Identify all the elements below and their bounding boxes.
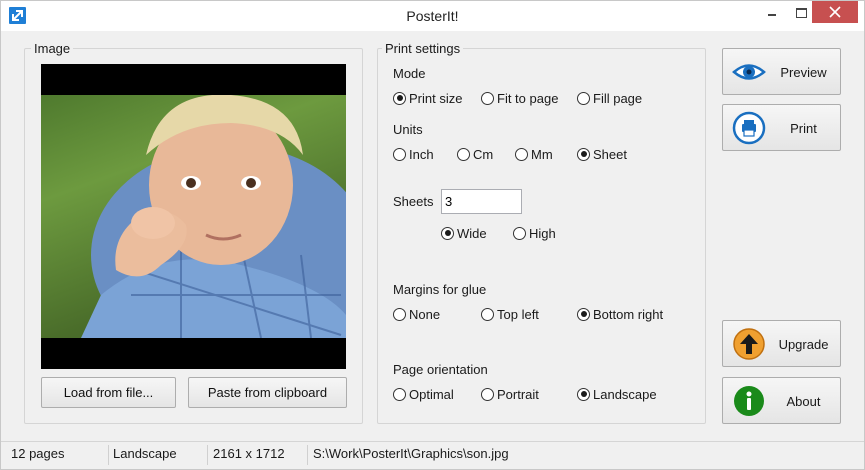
margins-none-radio[interactable]: None — [393, 306, 440, 322]
radio-unselected-icon — [481, 387, 494, 401]
about-button[interactable]: About — [722, 377, 841, 424]
radio-label: Cm — [473, 146, 494, 162]
sheets-input[interactable] — [441, 189, 522, 214]
margins-label: Margins for glue — [393, 282, 487, 297]
radio-label: High — [529, 225, 556, 241]
radio-selected-icon — [393, 91, 406, 105]
radio-label: Top left — [497, 306, 539, 322]
printer-icon — [732, 111, 766, 145]
radio-label: Mm — [531, 146, 553, 162]
status-divider — [307, 445, 308, 465]
radio-selected-icon — [577, 147, 590, 161]
minimize-button[interactable] — [758, 1, 786, 23]
paste-from-clipboard-button[interactable]: Paste from clipboard — [188, 377, 347, 408]
units-label: Units — [393, 122, 423, 137]
radio-label: None — [409, 306, 441, 322]
about-label: About — [786, 394, 821, 409]
close-button[interactable] — [812, 1, 858, 23]
mode-fill-page-radio[interactable]: Fill page — [577, 90, 642, 106]
orientation-optimal-radio[interactable]: Optimal — [393, 386, 454, 402]
child-photo-illustration — [81, 95, 346, 338]
radio-unselected-icon — [481, 307, 494, 321]
eye-icon — [732, 55, 766, 89]
radio-unselected-icon — [457, 147, 470, 161]
radio-label: Optimal — [409, 386, 454, 402]
units-mm-radio[interactable]: Mm — [515, 146, 553, 162]
status-file-path: S:\Work\PosterIt\Graphics\son.jpg — [313, 446, 509, 461]
units-sheet-radio[interactable]: Sheet — [577, 146, 627, 162]
status-pages: 12 pages — [11, 446, 65, 461]
radio-label: Fit to page — [497, 90, 559, 106]
radio-selected-icon — [577, 307, 590, 321]
upgrade-button[interactable]: Upgrade — [722, 320, 841, 367]
status-dimensions: 2161 x 1712 — [213, 446, 285, 461]
radio-unselected-icon — [481, 91, 494, 105]
print-settings-label: Print settings — [382, 41, 464, 56]
margins-top-left-radio[interactable]: Top left — [481, 306, 539, 322]
title-bar: PosterIt! — [1, 1, 864, 31]
main-window: PosterIt! Image Load from file... Paste … — [0, 0, 865, 470]
radio-unselected-icon — [393, 387, 406, 401]
mode-print-size-radio[interactable]: Print size — [393, 90, 462, 106]
radio-label: Wide — [457, 225, 487, 241]
radio-unselected-icon — [393, 307, 406, 321]
info-icon — [732, 384, 766, 418]
maximize-button[interactable] — [787, 1, 815, 23]
mode-label: Mode — [393, 66, 426, 81]
radio-selected-icon — [441, 226, 454, 240]
units-cm-radio[interactable]: Cm — [457, 146, 493, 162]
radio-selected-icon — [577, 387, 590, 401]
radio-label: Fill page — [593, 90, 643, 106]
radio-label: Print size — [409, 90, 463, 106]
units-inch-radio[interactable]: Inch — [393, 146, 434, 162]
status-orientation: Landscape — [113, 446, 177, 461]
photo — [41, 95, 346, 338]
sheets-wide-radio[interactable]: Wide — [441, 225, 487, 241]
radio-label: Landscape — [593, 386, 657, 402]
status-bar: 12 pages Landscape 2161 x 1712 S:\Work\P… — [1, 441, 864, 469]
status-divider — [207, 445, 208, 465]
image-group-label: Image — [31, 41, 74, 56]
radio-unselected-icon — [513, 226, 526, 240]
radio-label: Sheet — [593, 146, 627, 162]
arrow-up-icon — [732, 327, 766, 361]
preview-label: Preview — [780, 65, 827, 80]
preview-button[interactable]: Preview — [722, 48, 841, 95]
radio-unselected-icon — [515, 147, 528, 161]
mode-fit-to-page-radio[interactable]: Fit to page — [481, 90, 558, 106]
status-divider — [108, 445, 109, 465]
margins-bottom-right-radio[interactable]: Bottom right — [577, 306, 663, 322]
radio-label: Inch — [409, 146, 434, 162]
radio-unselected-icon — [393, 147, 406, 161]
image-preview — [41, 64, 346, 369]
sheets-high-radio[interactable]: High — [513, 225, 556, 241]
upgrade-label: Upgrade — [778, 337, 829, 352]
radio-label: Portrait — [497, 386, 539, 402]
radio-unselected-icon — [577, 91, 590, 105]
orientation-landscape-radio[interactable]: Landscape — [577, 386, 657, 402]
radio-label: Bottom right — [593, 306, 664, 322]
orientation-portrait-radio[interactable]: Portrait — [481, 386, 539, 402]
load-from-file-button[interactable]: Load from file... — [41, 377, 176, 408]
window-title: PosterIt! — [406, 8, 459, 24]
print-label: Print — [790, 121, 817, 136]
orientation-label: Page orientation — [393, 362, 488, 377]
sheets-label: Sheets — [393, 194, 434, 209]
print-button[interactable]: Print — [722, 104, 841, 151]
close-icon — [829, 6, 841, 18]
